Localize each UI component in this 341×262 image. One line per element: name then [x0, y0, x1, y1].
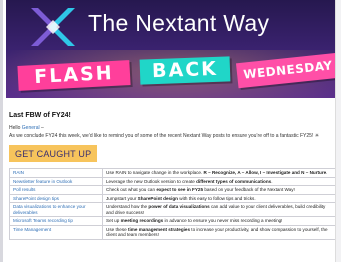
tips-table: RAIN Use RAIN to navigate change in the w…: [9, 168, 338, 240]
tip-text: .: [326, 170, 328, 175]
tip-text: in advance to ensure you never miss reco…: [163, 218, 283, 223]
table-row: Data visualizations to enhance your deli…: [9, 202, 338, 217]
table-row: Time Management Use these time management…: [9, 224, 338, 240]
table-row: SharePoint design tips Jumpstart your Sha…: [9, 193, 338, 203]
table-row: Newsletter feature in Outlook Leverage th…: [9, 176, 338, 186]
tip-text: Check out what you can: [106, 187, 157, 192]
tip-topic-link[interactable]: RAIN: [9, 168, 103, 178]
email-content: Last FBW of FY24! Hello General – As we …: [9, 100, 338, 240]
tip-topic-link[interactable]: SharePoint design tips: [9, 193, 103, 203]
tip-emphasis: SharePoint design: [137, 195, 178, 201]
tip-emphasis: meeting recordings: [120, 218, 164, 223]
tip-topic-link[interactable]: Newsletter feature in Outlook: [9, 176, 103, 186]
tip-emphasis: expect to see in FY25: [156, 187, 204, 192]
tip-description: Leverage the new Outlook version to crea…: [102, 176, 338, 186]
tip-description: Use RAIN to navigate change in the workp…: [102, 168, 338, 178]
tip-text: Leverage the new Outlook version to crea…: [106, 178, 197, 184]
nextant-way-banner: The Nextant Way FLASH BACK WEDNESDAY: [6, 0, 338, 98]
tip-emphasis: power of data visualizations: [148, 204, 210, 209]
tip-description: Use these time management strategies to …: [102, 224, 338, 240]
tip-text: based on your feedback of the Nextant Wa…: [203, 187, 295, 192]
tip-text: Jumpstart your: [106, 195, 138, 201]
tip-topic-link[interactable]: Data visualizations to enhance your deli…: [9, 202, 103, 217]
tip-description: Jumpstart your SharePoint design with th…: [102, 193, 338, 203]
greeting-suffix: –: [39, 125, 44, 131]
tip-emphasis: R – Recognize, A – Allow, I – Investigat…: [203, 170, 327, 175]
back-tag: BACK: [139, 56, 231, 85]
tip-description: Understand how the power of data visuali…: [102, 202, 338, 217]
table-row: RAIN Use RAIN to navigate change in the w…: [9, 168, 338, 178]
table-row: Microsoft Teams recording tip Set up meet…: [9, 216, 338, 226]
tip-text: with this easy to follow tips and tricks…: [178, 195, 256, 201]
tip-text: Understand how the: [106, 204, 149, 209]
scrollbar[interactable]: [335, 0, 341, 262]
tip-emphasis: different types of communications: [196, 178, 272, 184]
intro-text: As we conclude FY24 this week, we’d like…: [9, 133, 320, 139]
tip-topic-link[interactable]: Poll results: [9, 185, 103, 195]
tip-topic-link[interactable]: Microsoft Teams recording tip: [9, 216, 103, 226]
section-title: GET CAUGHT UP: [9, 145, 98, 162]
greeting-prefix: Hello: [9, 125, 22, 131]
table-row: Poll results Check out what you can expec…: [9, 185, 338, 195]
tip-text: .: [271, 178, 273, 184]
tip-emphasis: time management strategies: [127, 226, 191, 232]
tip-text: Set up: [106, 218, 121, 223]
greeting-recipient-link[interactable]: General: [22, 125, 40, 131]
nextant-logo-icon: [31, 8, 75, 46]
tip-text: Use RAIN to navigate change in the workp…: [106, 170, 204, 175]
email-body: The Nextant Way FLASH BACK WEDNESDAY Las…: [0, 0, 341, 262]
greeting: Hello General –: [9, 125, 338, 131]
tip-topic-link[interactable]: Time Management: [9, 224, 103, 240]
banner-title: The Nextant Way: [88, 10, 270, 36]
tip-description: Check out what you can expect to see in …: [102, 185, 338, 195]
tip-text: Use these: [106, 226, 128, 232]
tip-description: Set up meeting recordings in advance to …: [102, 216, 338, 226]
email-heading: Last FBW of FY24!: [9, 112, 71, 119]
